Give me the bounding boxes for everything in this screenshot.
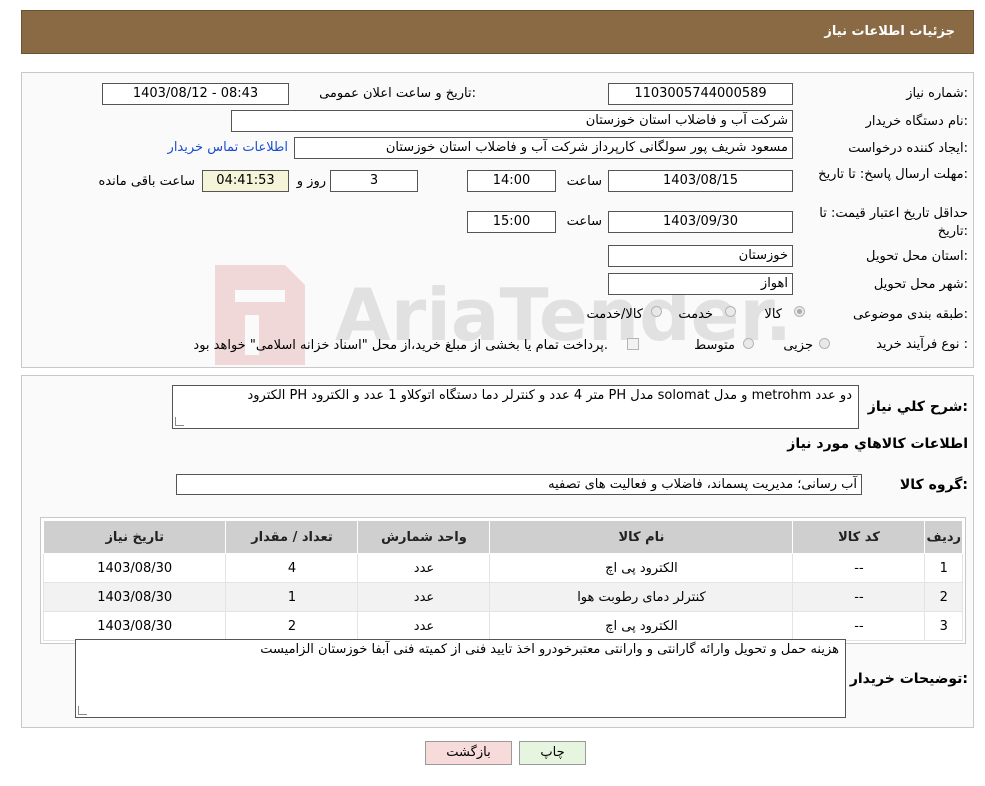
buyer-notes-text: هزینه حمل و تحویل وارائه گارانتی و واران… [260, 642, 839, 657]
table-header-row: ردیف کد کالا نام کالا واحد شمارش تعداد /… [42, 520, 963, 554]
item-need-date: 1403/08/30 [42, 582, 227, 612]
purchase-minor-label: جزیی [783, 338, 813, 353]
item-quantity: 4 [225, 553, 359, 583]
province-field[interactable]: خوزستان [608, 245, 793, 267]
back-button[interactable]: بازگشت [425, 741, 512, 765]
item-unit: عدد [357, 611, 491, 641]
validity-time-field[interactable]: 15:00 [467, 211, 556, 233]
buyer-org-label: نام دستگاه خریدار: [865, 114, 968, 129]
validity-date-field[interactable]: 1403/09/30 [608, 211, 793, 233]
col-unit-header: واحد شمارش [357, 520, 491, 554]
items-heading: اطلاعات کالاهاي مورد نیاز [787, 436, 968, 452]
payment-note: پرداخت تمام یا بخشی از مبلغ خرید،از محل … [193, 338, 608, 353]
item-quantity: 2 [225, 611, 359, 641]
deadline-label: مهلت ارسال پاسخ: تا تاریخ: [818, 167, 968, 182]
buyer-contact-link[interactable]: اطلاعات تماس خریدار [168, 140, 288, 155]
row-number: 2 [924, 582, 963, 612]
category-goods-label: کالا [764, 307, 782, 322]
description-label: شرح کلي نیاز: [867, 399, 968, 415]
item-code: -- [792, 553, 926, 583]
col-qty-header: تعداد / مقدار [225, 520, 359, 554]
buyer-org-field[interactable]: شرکت آب و فاضلاب استان خوزستان [231, 110, 793, 132]
item-need-date: 1403/08/30 [42, 611, 227, 641]
category-goods-service-label: کالا/خدمت [586, 307, 643, 322]
category-goods-radio[interactable] [794, 306, 805, 317]
purchase-minor-radio[interactable] [819, 338, 830, 349]
goods-group-field[interactable]: آب رسانی؛ مدیریت پسماند، فاضلاب و فعالیت… [176, 474, 862, 495]
city-field[interactable]: اهواز [608, 273, 793, 295]
description-textarea[interactable]: الکترود PH متر 4 عدد و کنترلر دما دستگاه… [172, 385, 859, 429]
creator-label: ایجاد کننده درخواست: [848, 141, 968, 156]
deadline-date-field[interactable]: 1403/08/15 [608, 170, 793, 192]
need-number-field[interactable]: 1103005744000589 [608, 83, 793, 105]
row-number: 1 [924, 553, 963, 583]
goods-group-label: گروه کالا: [899, 477, 968, 493]
purchase-medium-radio[interactable] [743, 338, 754, 349]
item-code: -- [792, 582, 926, 612]
purchase-medium-label: متوسط [694, 338, 735, 353]
category-service-radio[interactable] [725, 306, 736, 317]
page-title: جزئیات اطلاعات نیاز [824, 24, 955, 39]
col-code-header: کد کالا [792, 520, 926, 554]
item-unit: عدد [357, 553, 491, 583]
days-remaining-field[interactable]: 3 [330, 170, 418, 192]
deadline-time-label: ساعت [566, 174, 602, 189]
category-label: طبقه بندی موضوعی: [852, 307, 968, 322]
resize-handle-icon[interactable] [175, 417, 184, 426]
items-table: ردیف کد کالا نام کالا واحد شمارش تعداد /… [42, 520, 963, 641]
buyer-notes-textarea[interactable]: هزینه حمل و تحویل وارائه گارانتی و واران… [75, 639, 846, 718]
col-row-header: ردیف [924, 520, 963, 554]
province-label: استان محل تحویل: [866, 249, 968, 264]
announce-datetime-field[interactable]: 1403/08/12 - 08:43 [102, 83, 289, 105]
item-name: الکترود پی اچ [489, 611, 794, 641]
announce-label: تاریخ و ساعت اعلان عمومی: [319, 86, 476, 101]
category-service-label: خدمت [678, 307, 713, 322]
creator-field[interactable]: مسعود شریف پور سولگانی کارپرداز شرکت آب … [294, 137, 793, 159]
table-row[interactable]: 2 -- کنترلر دمای رطوبت هوا عدد 1 1403/08… [42, 582, 963, 612]
resize-handle-icon[interactable] [78, 706, 87, 715]
print-button[interactable]: چاپ [519, 741, 586, 765]
col-date-header: تاریخ نیاز [42, 520, 227, 554]
days-label: روز و [296, 174, 326, 189]
purchase-type-label: نوع فرآیند خرید : [876, 337, 968, 352]
item-name: کنترلر دمای رطوبت هوا [489, 582, 794, 612]
col-name-header: نام کالا [489, 520, 794, 554]
category-goods-service-radio[interactable] [651, 306, 662, 317]
validity-time-label: ساعت [566, 214, 602, 229]
city-label: شهر محل تحویل: [873, 277, 968, 292]
deadline-time-field[interactable]: 14:00 [467, 170, 556, 192]
page-header: جزئیات اطلاعات نیاز [21, 10, 974, 54]
item-need-date: 1403/08/30 [42, 553, 227, 583]
remaining-label: ساعت باقی مانده [98, 174, 195, 189]
description-text: الکترود PH متر 4 عدد و کنترلر دما دستگاه… [247, 388, 852, 403]
table-row[interactable]: 1 -- الکترود پی اچ عدد 4 1403/08/30 [42, 553, 963, 583]
buyer-notes-label: توضیحات خریدار: [849, 671, 968, 687]
need-number-label: شماره نیاز: [906, 86, 968, 101]
validity-label: حداقل تاریخ اعتبار قیمت: تا تاریخ: [819, 206, 968, 239]
treasury-bonds-checkbox[interactable] [627, 338, 639, 350]
item-quantity: 1 [225, 582, 359, 612]
item-unit: عدد [357, 582, 491, 612]
items-table-wrapper: ردیف کد کالا نام کالا واحد شمارش تعداد /… [40, 517, 966, 644]
row-number: 3 [924, 611, 963, 641]
item-name: الکترود پی اچ [489, 553, 794, 583]
remaining-time-field[interactable]: 04:41:53 [202, 170, 289, 192]
item-code: -- [792, 611, 926, 641]
table-row[interactable]: 3 -- الکترود پی اچ عدد 2 1403/08/30 [42, 611, 963, 641]
